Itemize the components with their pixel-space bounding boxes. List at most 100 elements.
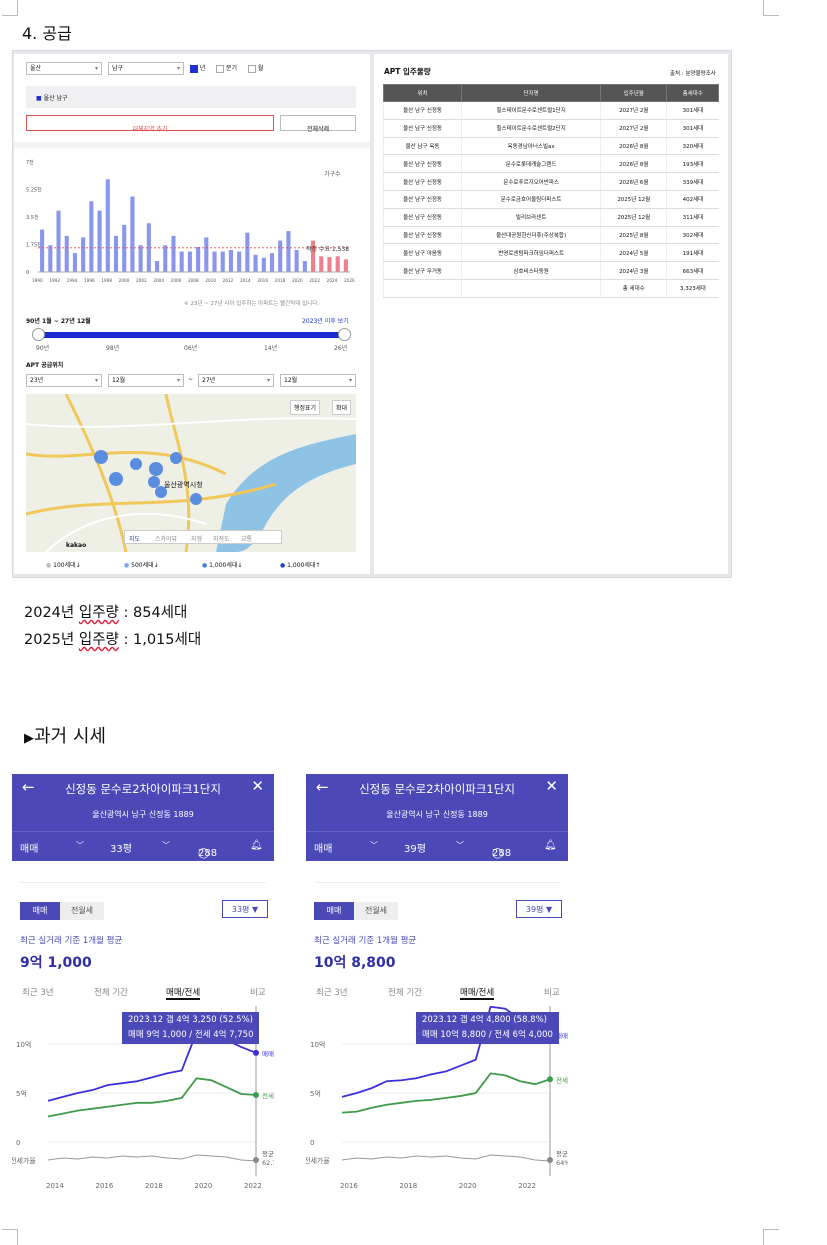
bar xyxy=(286,231,291,272)
tab-all[interactable]: 전체 기간 xyxy=(94,986,128,998)
chevron-down-icon: ﹀ xyxy=(456,841,464,850)
table-cell: 울산 남구 신정동 xyxy=(382,154,462,174)
map-mode-cadastral[interactable]: 지적도 xyxy=(213,534,230,543)
deal-type-select[interactable]: 매매 xyxy=(20,840,38,855)
bar xyxy=(113,235,119,272)
tab-sale[interactable]: 매매 xyxy=(20,902,60,920)
card-toolbar: 매매 ﹀ 33평 ﹀ ◯ 288 🔔︎ xyxy=(12,831,274,861)
bar xyxy=(89,201,94,272)
y-tick-label: 0 xyxy=(16,1139,20,1147)
table-row[interactable]: 울산 남구 야음동 번영로센텀파크하임더퍼스트 2024년 5월 191세대 xyxy=(382,243,719,263)
supply-map[interactable]: 울산광역시청 kakao 행정표기 확대 지도 스카이뷰 지형 지적도 교통 xyxy=(26,394,356,552)
apt-table-header[interactable]: 총세대수 xyxy=(666,84,719,102)
from-year-select[interactable]: 23년 xyxy=(26,374,102,387)
y-tick-label: 5억 xyxy=(310,1090,321,1098)
end-label: 62.7% xyxy=(262,1159,274,1167)
x-tick-label: 2020 xyxy=(459,1182,477,1190)
range-tilde: ~ xyxy=(188,376,194,383)
table-cell: 울산 남구 신정동 xyxy=(382,226,462,245)
deal-type-select[interactable]: 매매 xyxy=(314,840,332,855)
region-select[interactable]: 울산 xyxy=(26,62,102,75)
period-quarter-option[interactable]: 분기 xyxy=(216,63,237,73)
bell-icon[interactable]: 🔔︎ xyxy=(250,840,263,851)
size-select[interactable]: 33평 xyxy=(110,840,132,855)
price-card-33: ← 신정동 문수로2차아이파크1단지 ✕ 울산광역시 남구 신정동 1889 매… xyxy=(12,774,274,1192)
bar xyxy=(302,261,307,272)
from-month-select[interactable]: 12월 xyxy=(108,374,184,387)
chevron-down-icon: ﹀ xyxy=(370,841,378,850)
bar xyxy=(204,237,209,272)
card-title: 신정동 문수로2차아이파크1단지 xyxy=(65,782,221,796)
table-cell: 339세대 xyxy=(666,172,719,191)
bell-icon[interactable]: 🔔︎ xyxy=(544,840,557,851)
table-row[interactable]: 울산 남구 신정동 빌리브라센트 2025년 12월 311세대 xyxy=(382,208,719,227)
table-cell xyxy=(382,279,462,298)
table-row[interactable]: 울산 남구 신정동 울산대공원한신더휴(주상복합) 2025년 8월 302세대 xyxy=(382,226,719,245)
range-slider-track[interactable] xyxy=(38,332,346,338)
selected-region-tag[interactable]: ■ 울산 남구 xyxy=(36,93,68,102)
table-row[interactable]: 울산 남구 신정동 문수로금호어울림더퍼스트 2025년 12월 402세대 xyxy=(382,190,719,209)
table-cell: 2026년 8월 xyxy=(600,154,667,174)
tab-all[interactable]: 전체 기간 xyxy=(388,986,422,998)
tab-compare[interactable]: 비교 xyxy=(544,986,560,998)
end-label: 평균 xyxy=(262,1149,274,1158)
tab-recent[interactable]: 최근 3년 xyxy=(22,986,54,998)
tab-rent[interactable]: 전월세 xyxy=(354,902,398,920)
size-dropdown[interactable]: 39평 ▼ xyxy=(516,900,562,918)
clear-button[interactable]: 전체삭제 xyxy=(280,115,356,133)
to-month-select[interactable]: 12월 xyxy=(280,374,356,387)
close-icon[interactable]: ✕ xyxy=(545,777,558,795)
table-cell: 힐스테이트문수로센트럴2단지 xyxy=(461,119,601,138)
map-mode-map[interactable]: 지도 xyxy=(129,534,140,543)
table-row[interactable]: 울산 남구 옥동 옥동경남아너스빌ax 2026년 8월 320세대 xyxy=(382,137,719,156)
table-row[interactable]: 울산 남구 신정동 문수로푸르지오어반피스 2026년 6월 339세대 xyxy=(382,172,719,191)
map-mode-terrain[interactable]: 지형 xyxy=(191,534,202,543)
tab-sale[interactable]: 매매 xyxy=(314,902,354,920)
bar xyxy=(245,232,250,272)
map-mode-traffic[interactable]: 교통 xyxy=(241,534,252,543)
table-row[interactable]: 울산 남구 신정동 힐스테이트문수로센트럴2단지 2027년 2월 301세대 xyxy=(382,119,719,138)
to-year-select[interactable]: 27년 xyxy=(198,374,274,387)
period-month-option[interactable]: 월 xyxy=(248,63,263,73)
table-cell: 문수로금호어울림더퍼스트 xyxy=(461,190,601,209)
x-tick-label: 2018 xyxy=(399,1182,417,1190)
checkbox-checked-icon xyxy=(190,64,198,73)
ratio-label: 전세가율 xyxy=(306,1156,330,1165)
price-card-39: ← 신정동 문수로2차아이파크1단지 ✕ 울산광역시 남구 신정동 1889 매… xyxy=(306,774,568,1192)
x-tick-label: 2014 xyxy=(46,1182,64,1190)
range-slider-end-handle[interactable] xyxy=(338,328,351,341)
page-corner-br xyxy=(763,1229,779,1245)
ratio-line xyxy=(47,1154,257,1162)
bar xyxy=(228,250,233,272)
table-row[interactable]: 울산 남구 신정동 문수로롯데캐슬그랜드 2026년 8월 193세대 xyxy=(382,154,719,174)
bar xyxy=(179,251,184,272)
tab-rent[interactable]: 전월세 xyxy=(60,902,104,920)
range-slider-start-handle[interactable] xyxy=(32,328,45,341)
district-select[interactable]: 남구 xyxy=(108,62,184,75)
chart-tooltip: 2023.12 갭 4억 4,800 (58.8%) 매매 10억 8,800 /… xyxy=(416,1012,559,1044)
tab-sale-rent[interactable]: 매매/전세 xyxy=(166,986,201,1000)
table-cell: 옥동경남아너스빌ax xyxy=(461,137,601,156)
map-admin-button[interactable]: 행정표기 xyxy=(290,400,321,415)
bar xyxy=(196,246,201,272)
size-dropdown[interactable]: 33평 ▼ xyxy=(222,900,268,918)
card-toolbar: 매매 ﹀ 39평 ﹀ ◯ 288 🔔︎ xyxy=(306,831,568,861)
after-2023-link[interactable]: 2023년 이후 보기 xyxy=(302,316,349,325)
tab-compare[interactable]: 비교 xyxy=(250,986,266,998)
map-zoom-button[interactable]: 확대 xyxy=(332,400,352,415)
table-cell: 힐스테이트문수로센트럴1단지 xyxy=(461,101,601,120)
tab-sale-rent[interactable]: 매매/전세 xyxy=(460,986,495,1000)
apt-table-header[interactable]: 입주년월 xyxy=(600,84,668,102)
table-cell: 191세대 xyxy=(666,243,719,263)
slider-tick: 98년 xyxy=(106,345,120,352)
table-row[interactable]: 울산 남구 무거동 삼호비스타동원 2024년 3월 663세대 xyxy=(382,261,719,280)
legend-1000-above: ● 1,000세대↑ xyxy=(280,562,321,569)
table-row[interactable]: 울산 남구 신정동 힐스테이트문수로센트럴1단지 2027년 2월 301세대 xyxy=(382,101,719,120)
tab-recent[interactable]: 최근 3년 xyxy=(316,986,348,998)
close-icon[interactable]: ✕ xyxy=(251,777,264,795)
add-region-button[interactable]: 대체지역 추가 xyxy=(26,115,274,133)
period-year-option[interactable]: 년 xyxy=(190,63,205,73)
map-mode-sky[interactable]: 스카이뷰 xyxy=(155,534,177,543)
bar xyxy=(56,210,61,272)
size-select[interactable]: 39평 xyxy=(404,840,426,855)
